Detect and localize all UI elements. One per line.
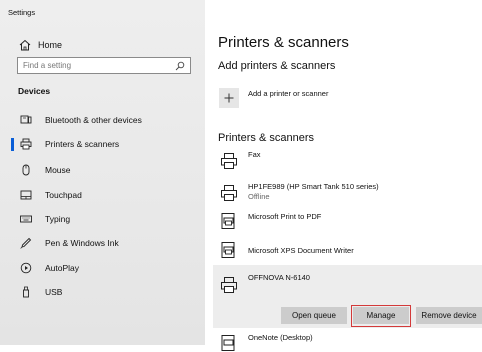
sidebar-home-label: Home (38, 40, 63, 50)
printer-icon (221, 185, 237, 201)
printers-section-heading: Printers & scanners (218, 132, 314, 144)
add-printer-label[interactable]: Add a printer or scanner (248, 89, 328, 98)
printer-icon (221, 277, 237, 293)
mouse-icon (22, 164, 30, 176)
sidebar-item-label: Mouse (45, 165, 71, 175)
touchpad-icon (20, 190, 32, 200)
document-printer-icon (221, 335, 235, 351)
search-input[interactable]: Find a setting (17, 57, 191, 74)
printer-name: OFFNOVA N-6140 (248, 273, 310, 282)
sidebar-item-autoplay[interactable]: AutoPlay (0, 257, 205, 279)
search-icon[interactable] (175, 61, 185, 71)
keyboard-icon (20, 215, 32, 223)
window-title: Settings (8, 8, 36, 17)
printer-name: Fax (248, 150, 261, 159)
sidebar-item-label: Touchpad (45, 190, 82, 200)
sidebar-item-printers[interactable]: Printers & scanners (0, 133, 205, 155)
search-placeholder: Find a setting (23, 61, 72, 70)
sidebar-item-typing[interactable]: Typing (0, 208, 205, 230)
sidebar-item-touchpad[interactable]: Touchpad (0, 184, 205, 206)
open-queue-button[interactable]: Open queue (281, 307, 347, 324)
sidebar-item-label: Typing (45, 214, 71, 224)
page-title: Printers & scanners (218, 34, 349, 51)
sidebar-item-label: USB (45, 287, 63, 297)
pen-icon (20, 237, 32, 249)
plus-icon (224, 93, 234, 103)
printer-icon (20, 138, 32, 150)
printer-name: Microsoft XPS Document Writer (248, 246, 354, 255)
add-section-heading: Add printers & scanners (218, 60, 336, 72)
sidebar-section-devices: Devices (18, 86, 51, 96)
printer-name: OneNote (Desktop) (248, 333, 313, 342)
sidebar-item-bluetooth[interactable]: Bluetooth & other devices (0, 109, 205, 131)
sidebar-home-link[interactable]: Home (18, 38, 62, 52)
remove-device-button[interactable]: Remove device (416, 307, 482, 324)
autoplay-icon (20, 262, 32, 274)
main-panel: Printers & scanners Add printers & scann… (205, 0, 482, 351)
sidebar: Settings Home Find a setting Devices Blu… (0, 0, 205, 345)
sidebar-item-pen[interactable]: Pen & Windows Ink (0, 232, 205, 254)
bluetooth-devices-icon (20, 115, 32, 124)
manage-highlight-box (351, 305, 411, 327)
printer-status: Offline (248, 192, 270, 201)
sidebar-item-usb[interactable]: USB (0, 281, 205, 303)
sidebar-item-label: Bluetooth & other devices (45, 115, 142, 125)
sidebar-item-label: Printers & scanners (45, 139, 120, 149)
add-printer-button[interactable] (219, 88, 239, 108)
usb-icon (23, 286, 29, 298)
sidebar-item-mouse[interactable]: Mouse (0, 159, 205, 181)
document-printer-icon (221, 242, 235, 258)
printer-name: HP1FE989 (HP Smart Tank 510 series) (248, 182, 379, 191)
document-printer-icon (221, 213, 235, 229)
printer-icon (221, 153, 237, 169)
home-icon (19, 39, 31, 51)
printer-name: Microsoft Print to PDF (248, 212, 322, 221)
sidebar-item-label: AutoPlay (45, 263, 80, 273)
sidebar-item-label: Pen & Windows Ink (45, 238, 119, 248)
